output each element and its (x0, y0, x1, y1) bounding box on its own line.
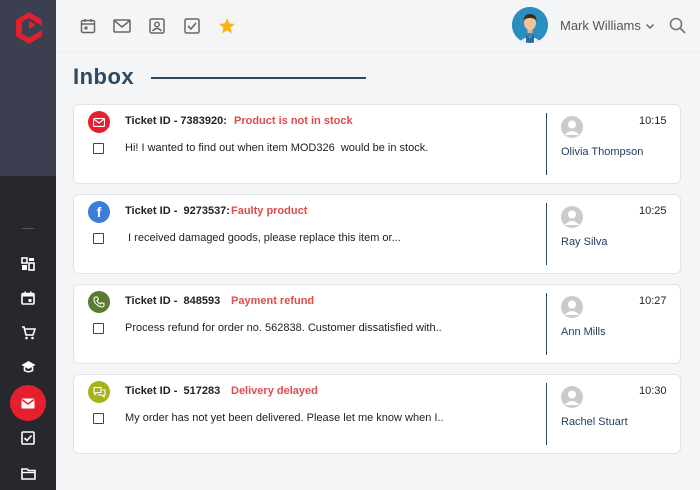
ticket-subject[interactable]: Delivery delayed (231, 385, 318, 397)
agent-avatar (561, 386, 583, 408)
ticket-preview[interactable]: Process refund for order no. 562838. Cus… (125, 322, 442, 334)
agent-name[interactable]: Olivia Thompson (561, 146, 643, 158)
facebook-icon: f (88, 201, 110, 223)
ticket-card[interactable]: Ticket ID - 517283 Delivery delayed My o… (73, 374, 681, 454)
sidebar (0, 0, 56, 490)
star-icon[interactable] (217, 16, 237, 36)
calendar-icon[interactable] (78, 16, 98, 36)
app-logo[interactable] (16, 12, 42, 44)
ticket-card[interactable]: f Ticket ID - 9273537: Faulty product I … (73, 194, 681, 274)
sidebar-brand-area (0, 0, 56, 176)
checkbox-icon[interactable] (182, 16, 202, 36)
chat-icon (88, 381, 110, 403)
divider (546, 383, 547, 445)
ticket-id: Ticket ID - 517283 (125, 385, 221, 397)
checkbox-icon[interactable] (18, 428, 38, 448)
sidebar-divider (22, 228, 34, 229)
ticket-preview[interactable]: Hi! I wanted to find out when item MOD32… (125, 142, 428, 154)
ticket-checkbox[interactable] (93, 143, 104, 154)
ticket-time: 10:25 (639, 205, 667, 217)
user-name[interactable]: Mark Williams (560, 18, 641, 33)
agent-avatar (561, 116, 583, 138)
calendar-icon[interactable] (18, 288, 38, 308)
mail-icon (21, 398, 35, 408)
ticket-preview[interactable]: My order has not yet been delivered. Ple… (125, 412, 444, 424)
divider (546, 113, 547, 175)
search-icon[interactable] (668, 16, 688, 36)
ticket-id: Ticket ID - 848593 (125, 295, 221, 307)
ticket-subject[interactable]: Product is not in stock (234, 115, 353, 127)
agent-avatar (561, 206, 583, 228)
ticket-time: 10:27 (639, 295, 667, 307)
contact-card-icon[interactable] (147, 16, 167, 36)
agent-name[interactable]: Ann Mills (561, 326, 606, 338)
ticket-time: 10:30 (639, 385, 667, 397)
graduation-cap-icon[interactable] (18, 357, 38, 377)
cart-icon[interactable] (18, 323, 38, 343)
phone-icon (88, 291, 110, 313)
page-title: Inbox (73, 64, 135, 89)
mail-icon (88, 111, 110, 133)
chevron-down-icon[interactable] (644, 20, 656, 32)
ticket-checkbox[interactable] (93, 233, 104, 244)
title-underline (151, 77, 366, 79)
ticket-checkbox[interactable] (93, 323, 104, 334)
folder-icon[interactable] (18, 463, 38, 483)
dashboard-icon[interactable] (18, 254, 38, 274)
ticket-id: Ticket ID - 9273537: (125, 205, 230, 217)
avatar[interactable] (512, 7, 548, 43)
ticket-time: 10:15 (639, 115, 667, 127)
ticket-card[interactable]: Ticket ID - 848593 Payment refund Proces… (73, 284, 681, 364)
ticket-subject[interactable]: Payment refund (231, 295, 314, 307)
divider (546, 203, 547, 265)
agent-name[interactable]: Rachel Stuart (561, 416, 628, 428)
agent-name[interactable]: Ray Silva (561, 236, 607, 248)
top-bar: Mark Williams (56, 0, 700, 52)
agent-avatar (561, 296, 583, 318)
ticket-checkbox[interactable] (93, 413, 104, 424)
mail-icon[interactable] (112, 16, 132, 36)
inbox-nav-button[interactable] (10, 385, 46, 421)
divider (546, 293, 547, 355)
ticket-card[interactable]: Ticket ID - 7383920: Product is not in s… (73, 104, 681, 184)
ticket-subject[interactable]: Faulty product (231, 205, 307, 217)
ticket-id: Ticket ID - 7383920: (125, 115, 227, 127)
ticket-preview[interactable]: I received damaged goods, please replace… (125, 232, 401, 244)
